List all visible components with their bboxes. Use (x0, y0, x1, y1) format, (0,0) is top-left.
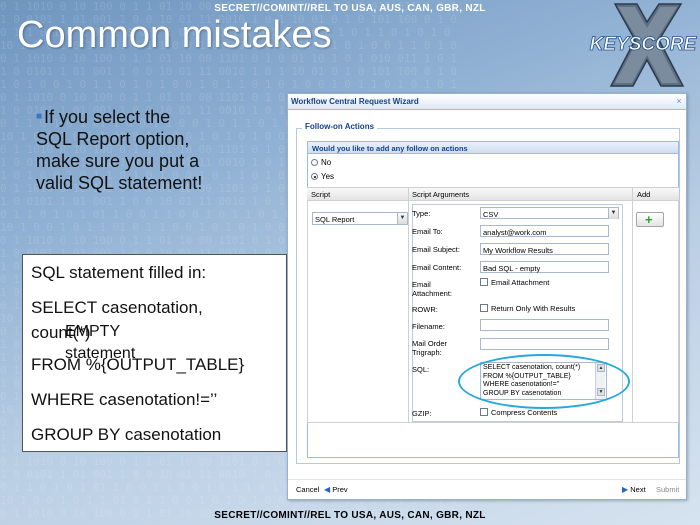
label-line: Email (412, 280, 431, 289)
email-content-label: Email Content: (412, 263, 462, 272)
radio-option-no[interactable]: No (311, 158, 331, 167)
bullet-line: make sure you put a (36, 151, 200, 171)
email-content-field[interactable]: Bad SQL - empty (480, 261, 609, 273)
radio-label: Yes (321, 172, 335, 181)
svg-text:KEYSCORE: KEYSCORE (590, 34, 698, 55)
sql-box-line: FROM %{OUTPUT_TABLE} (31, 355, 245, 374)
bullet-line-text: If you select the (44, 107, 171, 127)
rowr-checkbox[interactable] (480, 304, 488, 312)
wizard-title: Workflow Central Request Wizard (291, 97, 419, 106)
column-divider (408, 201, 409, 423)
close-icon[interactable]: × (674, 96, 684, 106)
empty-overlay-word: EMPTY (65, 323, 121, 340)
sql-statement-box: SQL statement filled in: SELECT casenota… (22, 254, 287, 452)
email-content-value: Bad SQL - empty (483, 263, 541, 273)
workflow-wizard-dialog: Workflow Central Request Wizard × Follow… (287, 93, 687, 500)
radio-label: No (321, 158, 332, 167)
wizard-titlebar: Workflow Central Request Wizard × (288, 94, 686, 110)
chevron-down-icon[interactable]: ▼ (397, 213, 407, 224)
email-to-label: Email To: (412, 227, 443, 236)
sql-highlight-ellipse (458, 354, 630, 409)
email-subject-label: Email Subject: (412, 245, 460, 254)
email-to-value: analyst@work.com (483, 227, 547, 237)
sql-box-heading: SQL statement filled in: (31, 263, 207, 282)
column-header-args[interactable]: Script Arguments (412, 190, 469, 199)
sql-box-line: WHERE casenotation!=’’ (31, 390, 218, 409)
column-divider (632, 188, 633, 202)
script-select-value: SQL Report (315, 215, 355, 224)
gzip-label: GZIP: (412, 409, 432, 418)
submit-button[interactable]: Submit (656, 485, 679, 494)
column-header-script[interactable]: Script (311, 190, 330, 199)
sql-box-line: GROUP BY casenotation (31, 425, 222, 444)
bullet-line: valid SQL statement! (36, 173, 203, 193)
prev-button[interactable]: ◀ Prev (324, 485, 348, 494)
chevron-down-icon[interactable]: ▼ (608, 208, 618, 219)
label-line: Mail Order (412, 339, 448, 348)
email-attachment-check-label: Email Attachment (491, 278, 550, 287)
column-header-add[interactable]: Add (637, 190, 650, 199)
radio-option-yes[interactable]: Yes (311, 172, 334, 181)
cancel-button[interactable]: Cancel (296, 485, 319, 494)
email-to-field[interactable]: analyst@work.com (480, 225, 609, 237)
slide-title: Common mistakes (17, 14, 332, 56)
sql-box-line: SELECT casenotation, (31, 298, 203, 317)
column-divider (408, 188, 409, 202)
type-select-value: CSV (483, 209, 499, 219)
panel-header: Would you like to add any follow on acti… (308, 142, 678, 154)
trigraph-label: Mail Order Trigraph: (412, 339, 447, 357)
panel-question: Would you like to add any follow on acti… (312, 144, 468, 153)
arrow-left-icon: ◀ (324, 485, 331, 494)
keyscore-logo: KEYSCORE (589, 3, 698, 87)
radio-icon[interactable] (311, 159, 318, 166)
column-divider (632, 201, 633, 423)
type-select[interactable]: CSV ▼ (480, 207, 619, 219)
email-attachment-label: Email Attachment: (412, 280, 452, 298)
arrow-right-icon: ▶ (622, 485, 629, 494)
next-button[interactable]: ▶ Next (622, 485, 646, 494)
fieldset-legend: Follow-on Actions (302, 122, 378, 131)
bullet-paragraph: ■ If you select the SQL Report option, ma… (36, 106, 286, 194)
email-attachment-checkbox[interactable] (480, 278, 488, 286)
radio-selected-icon[interactable] (311, 173, 318, 180)
actions-grid-header: Script Script Arguments Add (307, 187, 679, 202)
bullet-line: SQL Report option, (36, 129, 190, 149)
wizard-footer: Cancel ◀ Prev ▶ Next Submit (288, 479, 686, 499)
filename-label: Filename: (412, 322, 445, 331)
prev-label: Prev (332, 485, 348, 494)
bullet-marker: ■ (36, 111, 43, 122)
gzip-checkbox[interactable] (480, 408, 488, 416)
plus-icon: + (645, 212, 653, 227)
next-label: Next (630, 485, 646, 494)
rowr-check-label: Return Only With Results (491, 304, 576, 313)
script-select[interactable]: SQL Report ▼ (312, 212, 408, 225)
sql-label: SQL: (412, 365, 430, 374)
gzip-check-label: Compress Contents (491, 408, 558, 417)
type-label: Type: (412, 209, 431, 218)
rowr-label: ROWR: (412, 305, 438, 314)
bullet-line: ■ If you select the (36, 106, 286, 128)
email-subject-field[interactable]: My Workflow Results (480, 243, 609, 255)
trigraph-field[interactable] (480, 338, 609, 350)
add-action-button[interactable]: + (636, 212, 664, 227)
label-line: Trigraph: (412, 348, 442, 357)
filename-field[interactable] (480, 319, 609, 331)
label-line: Attachment: (412, 289, 453, 298)
classification-banner-bottom: SECRET//COMINT//REL TO USA, AUS, CAN, GB… (214, 510, 486, 521)
email-subject-value: My Workflow Results (483, 245, 553, 255)
